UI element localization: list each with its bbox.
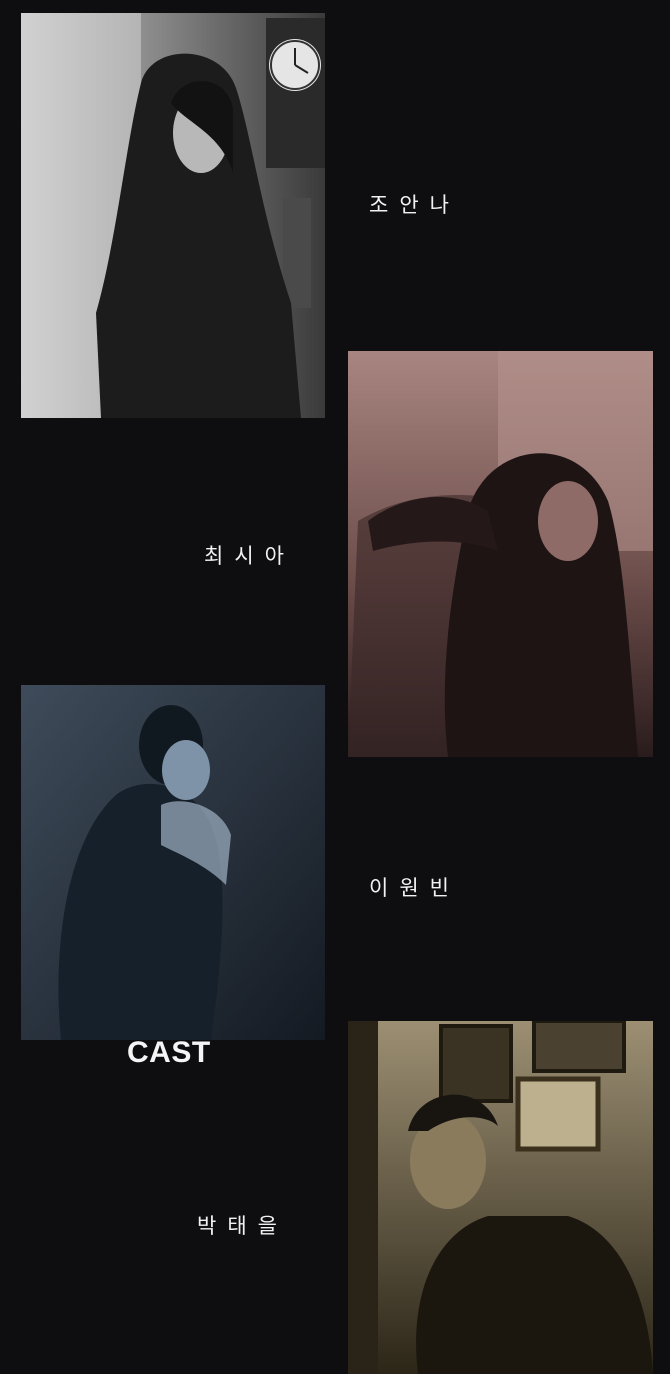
portrait-image-3: [21, 685, 325, 1040]
cast-name-2: 최시아: [204, 544, 295, 568]
cast-photo-1: [21, 13, 325, 418]
cast-section-title: CAST: [127, 1036, 211, 1069]
cast-name-4: 박태을: [197, 1214, 288, 1238]
cast-photo-2: [348, 351, 653, 757]
cast-name-3: 이원빈: [369, 876, 460, 900]
portrait-image-2: [348, 351, 653, 757]
cast-photo-4: [348, 1021, 653, 1374]
cast-photo-3: [21, 685, 325, 1040]
portrait-image-1: [21, 13, 325, 418]
cast-name-1: 조안나: [369, 193, 460, 217]
portrait-image-4: [348, 1021, 653, 1374]
